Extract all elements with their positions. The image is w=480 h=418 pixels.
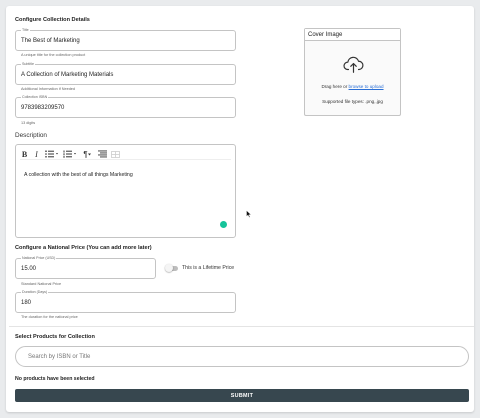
italic-button[interactable]: I	[32, 149, 41, 159]
paragraph-button[interactable]: ¶	[80, 149, 94, 159]
national-price-heading: Configure a National Price (You can add …	[15, 245, 152, 251]
drop-label: Drag here or	[321, 84, 348, 89]
isbn-field-value: 9783983209570	[21, 104, 65, 111]
table-button[interactable]	[110, 149, 120, 159]
description-heading: Description	[15, 132, 47, 139]
bullet-list-button[interactable]	[44, 149, 59, 159]
duration-helper: The duration for the national price	[21, 315, 78, 319]
subtitle-helper: Additional Information if Needed	[21, 87, 76, 91]
title-field[interactable]: Title The Best of Marketing	[15, 28, 236, 51]
title-field-value: The Best of Marketing	[21, 37, 80, 44]
section-divider	[9, 326, 474, 327]
grammarly-icon[interactable]	[220, 221, 227, 228]
lifetime-price-toggle[interactable]: This is a Lifetime Price	[165, 264, 235, 272]
submit-button[interactable]: SUBMIT	[15, 389, 469, 402]
mouse-cursor-icon	[246, 210, 252, 218]
table-icon	[110, 150, 120, 158]
align-button[interactable]	[97, 149, 107, 159]
national-price-field[interactable]: National Price (USD) 15.00	[15, 256, 156, 279]
chevron-down-icon	[87, 153, 91, 155]
product-search-input[interactable]: Search by ISBN or Title	[15, 346, 469, 367]
supported-file-types: Supported file types: .png,.jpg	[322, 99, 383, 104]
products-heading: Select Products for Collection	[15, 334, 95, 340]
description-text: A collection with the best of all things…	[24, 172, 133, 178]
cover-image-dropzone[interactable]: Cover Image Drag here or browse to uploa…	[304, 28, 401, 116]
numbered-list-button[interactable]	[62, 149, 77, 159]
toggle-knob	[165, 264, 173, 272]
bold-button[interactable]: B	[20, 149, 29, 159]
isbn-helper: 13 digits	[21, 121, 36, 125]
editor-toolbar: B I ¶	[20, 149, 231, 160]
description-editor[interactable]: B I ¶ A collection with the best of all …	[15, 144, 236, 238]
title-helper: A unique title for the collection produc…	[21, 53, 86, 57]
cloud-upload-icon	[343, 56, 364, 73]
national-price-value: 15.00	[21, 265, 37, 272]
toggle-switch[interactable]	[165, 264, 178, 272]
national-price-helper: Standard National Price	[21, 282, 62, 286]
isbn-field[interactable]: Collection ISBN 9783983209570	[15, 95, 236, 118]
subtitle-field[interactable]: Subtitle A Collection of Marketing Mater…	[15, 62, 236, 85]
duration-field-value: 180	[21, 299, 32, 306]
browse-upload-link[interactable]: browse to upload	[349, 84, 384, 89]
subtitle-field-value: A Collection of Marketing Materials	[21, 71, 114, 78]
lifetime-price-label: This is a Lifetime Price	[182, 265, 235, 271]
align-icon	[97, 150, 107, 158]
duration-field[interactable]: Duration (Days) 180	[15, 290, 236, 313]
cover-drop-text: Drag here or browse to upload	[305, 84, 400, 89]
bullet-list-icon	[44, 150, 58, 158]
numbered-list-icon	[63, 150, 76, 158]
configure-collection-heading: Configure Collection Details	[15, 17, 90, 23]
no-products-text: No products have been selected	[15, 376, 95, 382]
cover-image-title: Cover Image	[305, 29, 400, 41]
